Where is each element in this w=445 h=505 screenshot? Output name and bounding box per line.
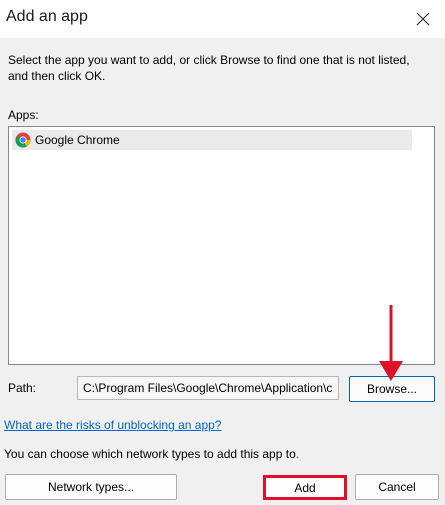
- app-name: Google Chrome: [35, 133, 120, 147]
- close-icon: [416, 12, 430, 26]
- title-bar: Add an app: [0, 0, 445, 38]
- chrome-icon: [15, 132, 31, 148]
- browse-button[interactable]: Browse...: [349, 376, 435, 402]
- path-input[interactable]: [77, 376, 339, 400]
- close-button[interactable]: [401, 0, 445, 38]
- network-types-note: You can choose which network types to ad…: [4, 447, 300, 461]
- add-button[interactable]: Add: [263, 475, 347, 500]
- dialog-title: Add an app: [6, 8, 88, 25]
- apps-label: Apps:: [8, 108, 39, 122]
- network-types-button[interactable]: Network types...: [5, 474, 177, 500]
- risks-link[interactable]: What are the risks of unblocking an app?: [4, 418, 221, 432]
- apps-list[interactable]: Google Chrome: [8, 126, 435, 365]
- path-label: Path:: [8, 381, 37, 395]
- add-app-dialog: Add an app Select the app you want to ad…: [0, 0, 445, 505]
- cancel-button[interactable]: Cancel: [355, 474, 439, 500]
- instructions-text: Select the app you want to add, or click…: [8, 53, 410, 83]
- list-item-google-chrome[interactable]: Google Chrome: [12, 130, 412, 150]
